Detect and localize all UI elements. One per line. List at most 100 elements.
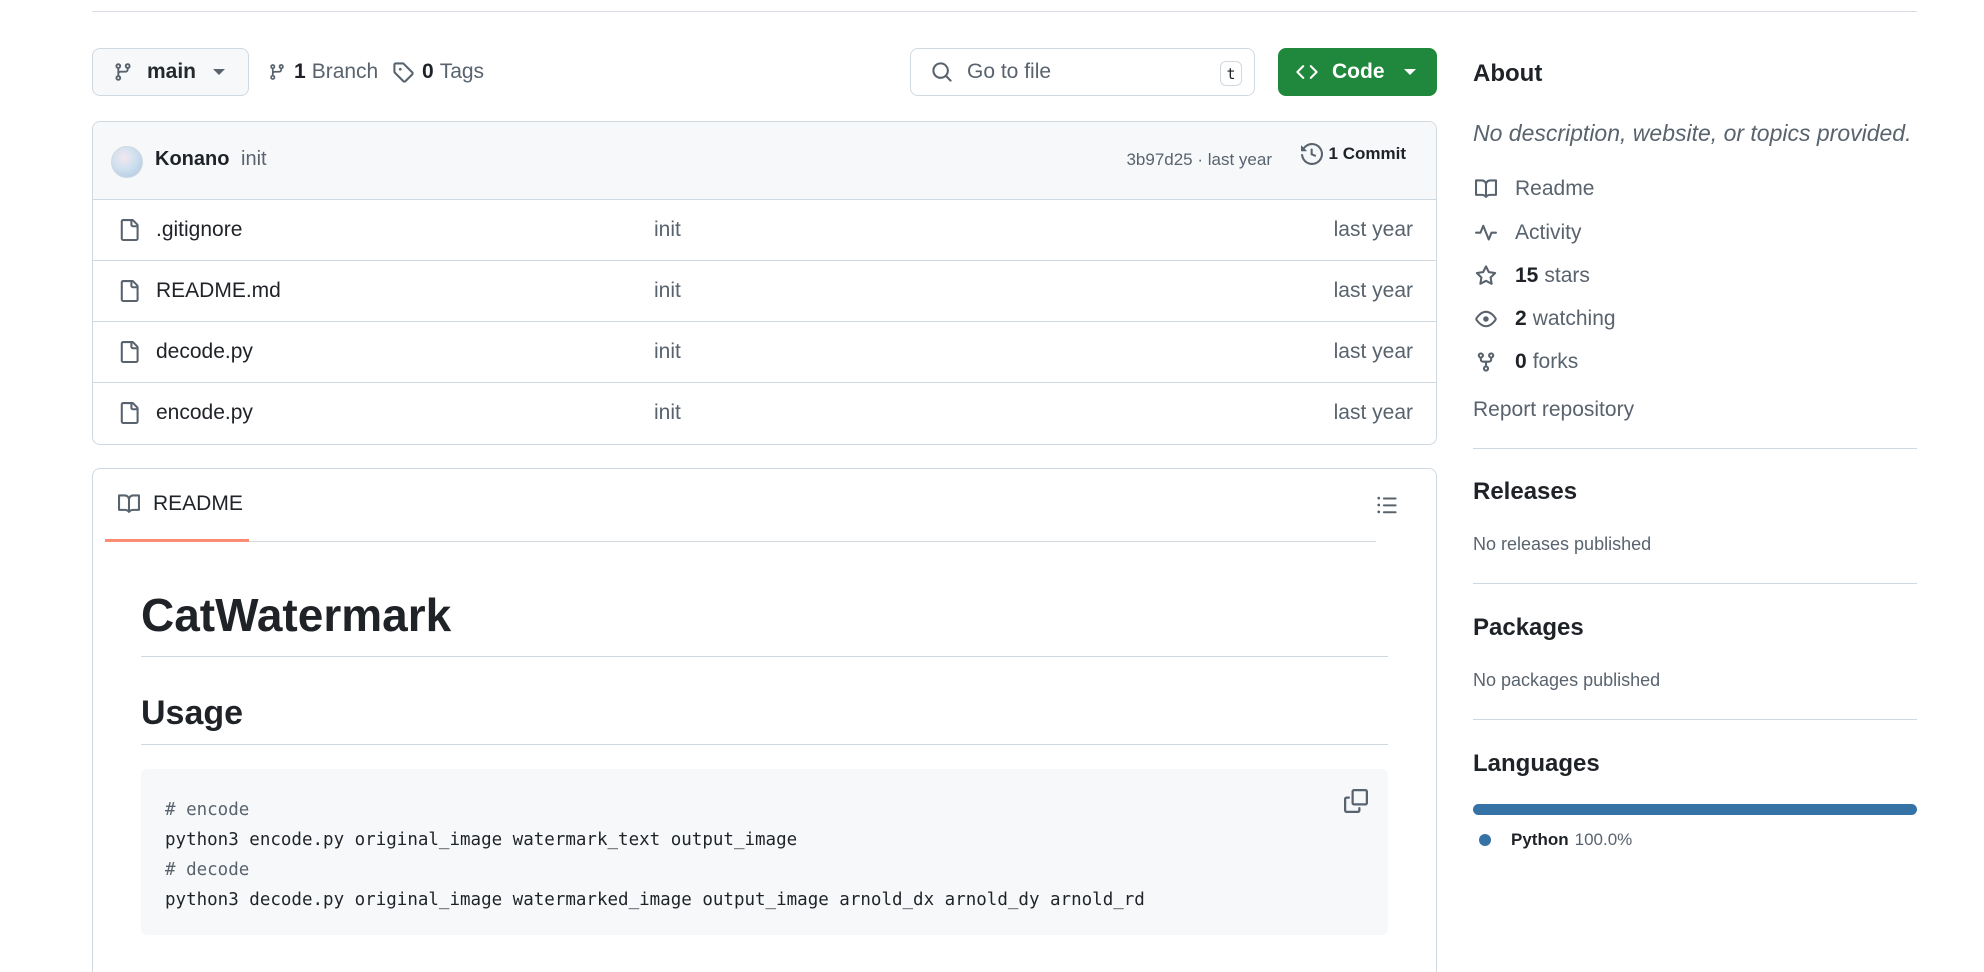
file-name[interactable]: README.md [156, 279, 281, 303]
readme-tab-label: README [153, 492, 243, 515]
search-icon [931, 61, 953, 83]
readme-link-label: Readme [1515, 177, 1595, 200]
commit-history-link[interactable]: 1 Commit [1300, 143, 1406, 165]
readme-link[interactable]: Readme [1473, 177, 1594, 201]
readme-panel: README CatWatermark Usage # encode pytho… [92, 468, 1437, 972]
pulse-icon [1473, 222, 1499, 244]
file-commit-date: last year [1333, 401, 1413, 424]
code-line: # encode [165, 799, 250, 820]
language-percent: 100.0% [1574, 830, 1633, 849]
branch-label: Branch [311, 60, 379, 83]
book-icon [117, 493, 141, 515]
file-commit-date: last year [1333, 279, 1413, 302]
commit-hash-time[interactable]: 3b97d25 · last year [1126, 150, 1272, 170]
star-icon [1473, 265, 1499, 287]
file-row[interactable]: README.md init last year [93, 261, 1436, 322]
caret-down-icon [212, 68, 226, 76]
stars-label: stars [1544, 264, 1590, 287]
branch-count: 1 [294, 60, 306, 83]
file-name[interactable]: decode.py [156, 340, 253, 364]
file-commit-message[interactable]: init [654, 218, 681, 242]
packages-note: No packages published [1473, 670, 1661, 690]
about-description: No description, website, or topics provi… [1473, 120, 1912, 146]
sidebar-divider [1473, 583, 1917, 584]
keyboard-shortcut-hint: t [1220, 61, 1242, 86]
watching-label: watching [1532, 307, 1616, 330]
file-commit-date: last year [1333, 218, 1413, 241]
forks-label: forks [1532, 350, 1579, 373]
file-icon [118, 339, 140, 365]
sidebar-divider [1473, 448, 1917, 449]
go-to-file-input[interactable]: Go to file t [910, 48, 1255, 96]
repo-forked-icon [1473, 351, 1499, 373]
code-line: python3 decode.py original_image waterma… [165, 889, 1145, 910]
branches-link[interactable]: 1 Branch [268, 48, 378, 96]
tags-link[interactable]: 0 Tags [392, 48, 484, 96]
commit-author[interactable]: Konano [155, 148, 229, 171]
search-placeholder: Go to file [967, 60, 1052, 83]
file-commit-message[interactable]: init [654, 401, 681, 425]
header-divider [92, 11, 1917, 12]
releases-note: No releases published [1473, 534, 1652, 554]
report-repository-link[interactable]: Report repository [1473, 398, 1634, 422]
history-icon [1300, 143, 1323, 165]
file-name[interactable]: encode.py [156, 401, 253, 425]
watching-link[interactable]: 2 watching [1473, 307, 1616, 331]
code-button[interactable]: Code [1278, 48, 1437, 96]
git-branch-icon [113, 61, 133, 83]
readme-tab-bar: README [105, 469, 1376, 542]
code-icon [1296, 61, 1318, 83]
repo-toolbar: main 1 Branch 0 Tags Go to file t Code [92, 48, 1437, 96]
forks-link[interactable]: 0 forks [1473, 350, 1578, 374]
file-name[interactable]: .gitignore [156, 218, 242, 242]
eye-icon [1473, 308, 1499, 330]
forks-label-group: 0 forks [1515, 350, 1578, 374]
commit-count: 1 Commit [1328, 144, 1406, 163]
git-branch-icon [268, 61, 286, 83]
avatar[interactable] [111, 146, 143, 178]
commit-message[interactable]: init [241, 148, 267, 171]
readme-content: CatWatermark Usage # encode python3 enco… [141, 589, 1388, 935]
branch-name: main [147, 60, 197, 83]
watching-label-group: 2 watching [1515, 307, 1616, 331]
tag-icon [392, 61, 414, 83]
watching-count: 2 [1515, 307, 1527, 330]
book-icon [1473, 178, 1499, 200]
stars-label-group: 15 stars [1515, 264, 1590, 288]
copy-icon[interactable] [1344, 788, 1368, 813]
packages-title[interactable]: Packages [1473, 614, 1584, 642]
stars-count: 15 [1515, 264, 1539, 287]
file-row[interactable]: decode.py init last year [93, 322, 1436, 383]
file-commit-date: last year [1333, 340, 1413, 363]
language-color-dot [1479, 834, 1491, 846]
tag-label: Tags [439, 60, 485, 83]
code-line: python3 encode.py original_image waterma… [165, 829, 798, 850]
file-commit-message[interactable]: init [654, 279, 681, 303]
file-list: Konano init 3b97d25 · last year 1 Commit… [92, 121, 1437, 445]
language-name: Python [1511, 830, 1569, 849]
forks-count: 0 [1515, 350, 1527, 373]
readme-title: CatWatermark [141, 589, 1388, 657]
languages-title: Languages [1473, 750, 1600, 777]
language-bar [1473, 804, 1917, 815]
file-row[interactable]: encode.py init last year [93, 383, 1436, 444]
releases-title[interactable]: Releases [1473, 478, 1577, 506]
list-unordered-icon[interactable] [1376, 494, 1398, 516]
language-item[interactable]: Python 100.0% [1479, 830, 1632, 850]
code-button-label: Code [1332, 60, 1385, 83]
file-commit-message[interactable]: init [654, 340, 681, 364]
tag-count: 0 [422, 60, 434, 83]
stars-link[interactable]: 15 stars [1473, 264, 1590, 288]
latest-commit-bar: Konano init 3b97d25 · last year 1 Commit [93, 122, 1436, 200]
branch-selector-button[interactable]: main [92, 48, 249, 96]
caret-down-icon [1403, 68, 1417, 76]
activity-link[interactable]: Activity [1473, 221, 1582, 245]
readme-usage-heading: Usage [141, 693, 1388, 745]
file-icon [118, 278, 140, 304]
tab-readme[interactable]: README [105, 469, 249, 542]
activity-link-label: Activity [1515, 221, 1582, 244]
code-block: # encode python3 encode.py original_imag… [141, 768, 1388, 935]
code-line: # decode [165, 859, 250, 880]
sidebar-divider [1473, 719, 1917, 720]
file-row[interactable]: .gitignore init last year [93, 200, 1436, 261]
